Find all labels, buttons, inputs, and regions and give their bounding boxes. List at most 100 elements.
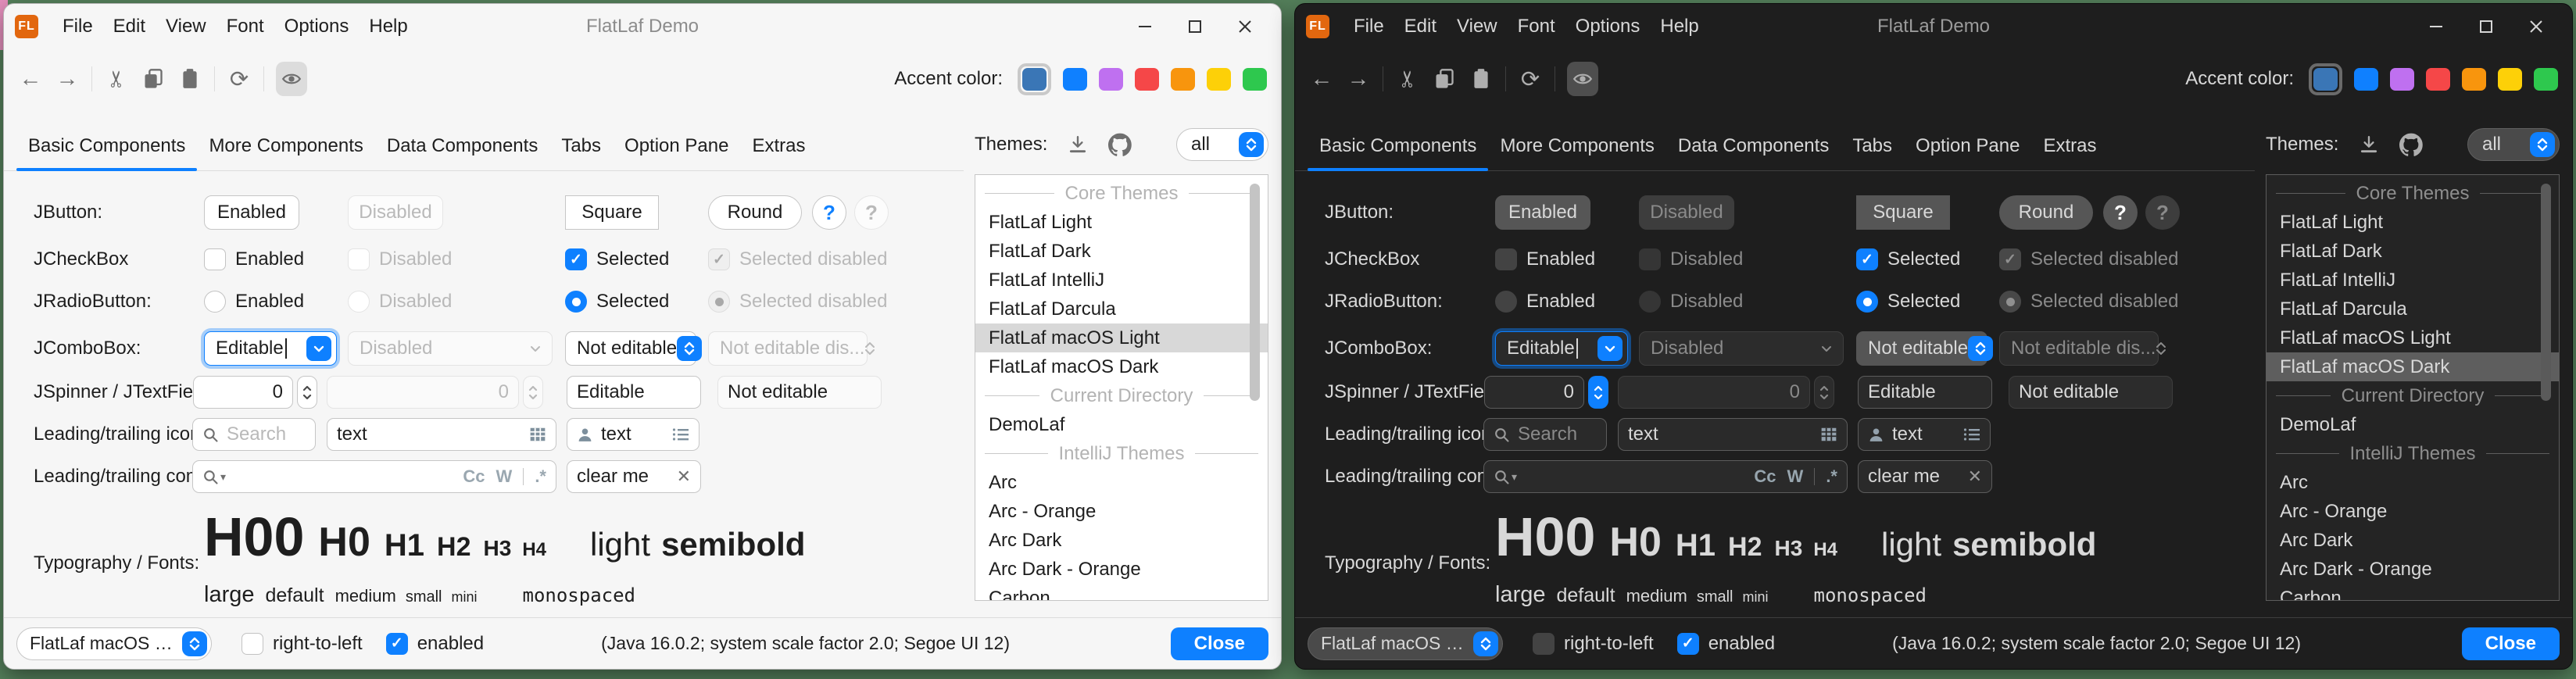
textfield-editable[interactable]: Editable: [567, 376, 701, 409]
tab-tabs[interactable]: Tabs: [1841, 121, 1904, 170]
combobox-editable[interactable]: Editable: [1495, 331, 1628, 366]
accent-swatch-blue[interactable]: [1063, 68, 1087, 91]
theme-item[interactable]: Arc: [2267, 468, 2559, 497]
accent-swatch-orange[interactable]: [1171, 68, 1195, 91]
search-menu-icon[interactable]: [1494, 469, 1510, 485]
theme-combobox-arrow-button[interactable]: [182, 631, 207, 656]
menu-edit[interactable]: Edit: [1394, 9, 1447, 44]
whole-word-button[interactable]: W: [496, 466, 513, 487]
theme-item[interactable]: FlatLaf macOS Dark: [975, 352, 1268, 381]
accent-swatch-red[interactable]: [1135, 68, 1159, 91]
theme-item[interactable]: FlatLaf IntelliJ: [975, 266, 1268, 295]
theme-item[interactable]: FlatLaf Dark: [975, 237, 1268, 266]
menu-font[interactable]: Font: [216, 9, 274, 44]
checkbox-selected[interactable]: ✓: [1856, 248, 1878, 270]
tab-extras[interactable]: Extras: [2031, 121, 2108, 170]
theme-item[interactable]: FlatLaf Light: [2267, 208, 2559, 237]
round-button[interactable]: Round: [708, 195, 802, 230]
clearable-input[interactable]: clear me✕: [1858, 460, 1992, 493]
paste-icon[interactable]: [1469, 66, 1494, 91]
theme-combobox[interactable]: FlatLaf macOS Li...: [16, 627, 212, 660]
menu-options[interactable]: Options: [274, 9, 360, 44]
spinner-buttons[interactable]: [1588, 376, 1608, 409]
theme-item[interactable]: FlatLaf Darcula: [975, 295, 1268, 323]
text-input-calendar[interactable]: text: [1618, 418, 1848, 451]
theme-combobox[interactable]: FlatLaf macOS D...: [1308, 627, 1503, 660]
maximize-button[interactable]: [1170, 9, 1220, 44]
themes-filter-combobox[interactable]: all: [2467, 128, 2560, 161]
radio-enabled[interactable]: [1495, 291, 1517, 313]
tab-data-components[interactable]: Data Components: [1666, 121, 1841, 170]
forward-icon[interactable]: →: [1346, 66, 1371, 91]
text-input-user[interactable]: text: [1858, 418, 1991, 451]
show-hidden-toggle-button[interactable]: [276, 62, 307, 96]
clear-icon[interactable]: ✕: [677, 466, 691, 487]
accent-swatch-red[interactable]: [2426, 68, 2450, 91]
square-button[interactable]: Square: [1856, 195, 1950, 230]
whole-word-button[interactable]: W: [1787, 466, 1804, 487]
menu-edit[interactable]: Edit: [103, 9, 156, 44]
back-icon[interactable]: ←: [1309, 66, 1334, 91]
refresh-icon[interactable]: ⟳: [227, 66, 252, 91]
accent-swatch-orange[interactable]: [2462, 68, 2486, 91]
copy-icon[interactable]: [1432, 66, 1457, 91]
theme-item[interactable]: FlatLaf IntelliJ: [2267, 266, 2559, 295]
download-icon[interactable]: [1068, 134, 1088, 155]
accent-swatch-purple[interactable]: [2390, 68, 2414, 91]
close-window-button[interactable]: [1220, 9, 1270, 44]
checkbox-selected[interactable]: ✓: [565, 248, 587, 270]
minimize-button[interactable]: [2411, 9, 2461, 44]
theme-item[interactable]: FlatLaf Dark: [2267, 237, 2559, 266]
themes-list-scrollbar[interactable]: [1250, 184, 1260, 401]
search-input[interactable]: Search: [192, 418, 316, 451]
accent-swatch-steel-blue[interactable]: [2313, 68, 2338, 91]
textfield-editable[interactable]: Editable: [1858, 376, 1992, 409]
match-case-button[interactable]: Cc: [463, 466, 485, 487]
clear-icon[interactable]: ✕: [1968, 466, 1982, 487]
menu-file[interactable]: File: [52, 9, 103, 44]
download-icon[interactable]: [2359, 134, 2379, 155]
theme-item[interactable]: Carbon: [2267, 584, 2559, 601]
regex-button[interactable]: .*: [535, 466, 546, 487]
combobox-arrow-button[interactable]: [1597, 336, 1623, 361]
themes-list-scrollbar[interactable]: [2541, 184, 2551, 401]
tab-basic-components[interactable]: Basic Components: [1308, 121, 1488, 170]
close-window-button[interactable]: [2511, 9, 2561, 44]
square-button[interactable]: Square: [565, 195, 659, 230]
radio-selected[interactable]: [1856, 291, 1878, 313]
theme-item[interactable]: FlatLaf Darcula: [2267, 295, 2559, 323]
tab-data-components[interactable]: Data Components: [375, 121, 549, 170]
accent-swatch-green[interactable]: [2534, 68, 2558, 91]
combobox-updown-button[interactable]: [677, 336, 702, 361]
copy-icon[interactable]: [141, 66, 166, 91]
help-button[interactable]: ?: [812, 195, 846, 230]
theme-item[interactable]: Arc Dark - Orange: [975, 555, 1268, 584]
text-input-user[interactable]: text: [567, 418, 699, 451]
accent-swatch-green[interactable]: [1243, 68, 1267, 91]
refresh-icon[interactable]: ⟳: [1518, 66, 1543, 91]
text-input-calendar[interactable]: text: [327, 418, 556, 451]
theme-item[interactable]: Arc Dark: [2267, 526, 2559, 555]
rtl-checkbox[interactable]: [1533, 633, 1555, 655]
github-icon[interactable]: [2399, 133, 2423, 156]
match-case-button[interactable]: Cc: [1754, 466, 1776, 487]
close-button[interactable]: Close: [1171, 627, 1268, 660]
enabled-checkbox[interactable]: ✓: [386, 633, 408, 655]
cut-icon[interactable]: ✂: [104, 66, 129, 91]
search-with-options-input[interactable]: ▾CcW.*: [192, 460, 556, 493]
help-button[interactable]: ?: [2103, 195, 2138, 230]
minimize-button[interactable]: [1120, 9, 1170, 44]
tab-more-components[interactable]: More Components: [197, 121, 374, 170]
menu-options[interactable]: Options: [1565, 9, 1651, 44]
clearable-input[interactable]: clear me✕: [567, 460, 701, 493]
back-icon[interactable]: ←: [18, 66, 43, 91]
combobox-updown-button[interactable]: [1968, 336, 1993, 361]
combobox-arrow-button[interactable]: [306, 336, 331, 361]
themes-filter-combobox[interactable]: all: [1176, 128, 1268, 161]
search-menu-icon[interactable]: [202, 469, 219, 485]
enabled-button[interactable]: Enabled: [1495, 195, 1590, 230]
paste-icon[interactable]: [177, 66, 202, 91]
themes-filter-arrow-button[interactable]: [2530, 132, 2555, 157]
radio-selected[interactable]: [565, 291, 587, 313]
theme-item[interactable]: Carbon: [975, 584, 1268, 601]
